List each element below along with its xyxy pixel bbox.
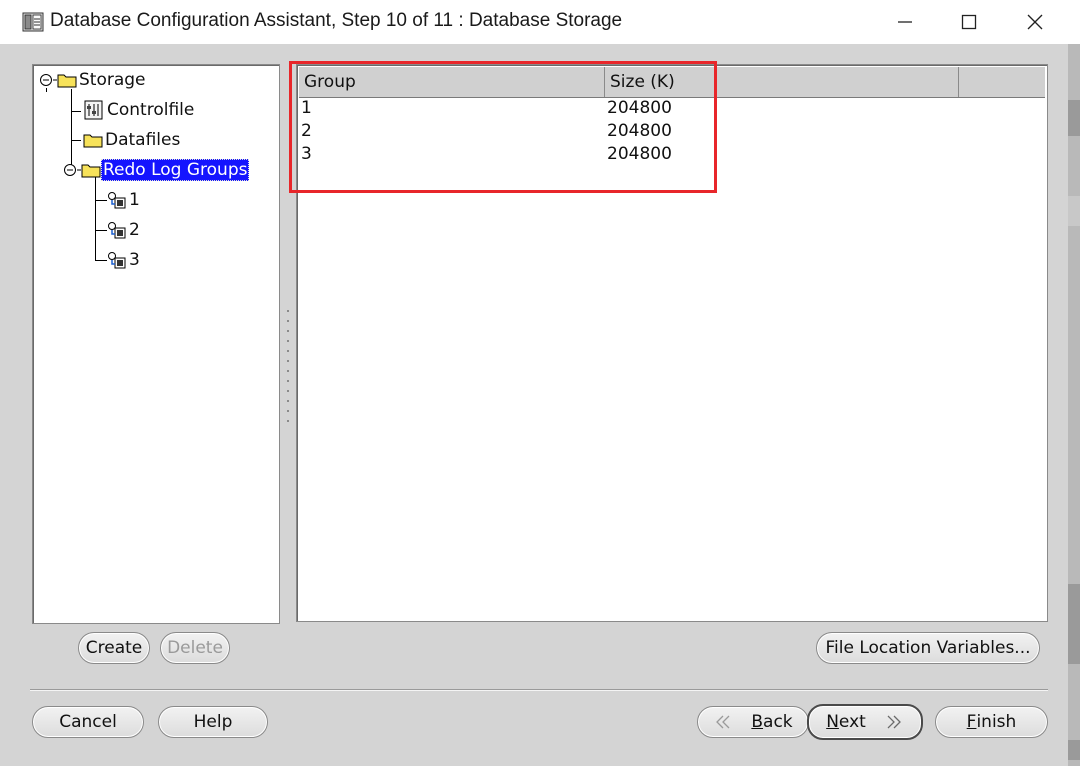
- tree-node-storage[interactable]: Storage: [39, 69, 148, 91]
- background-window-edge: [1068, 44, 1080, 766]
- next-label-mnemonic: N: [826, 712, 839, 732]
- maximize-icon: [961, 14, 977, 30]
- finish-label: inish: [976, 712, 1017, 732]
- collapse-toggle-icon[interactable]: [39, 73, 53, 87]
- cancel-button[interactable]: Cancel: [32, 706, 144, 738]
- panel-splitter[interactable]: [284, 306, 292, 436]
- close-icon: [1027, 14, 1043, 30]
- tree-label-redo-log-groups: Redo Log Groups: [101, 159, 250, 181]
- tree-node-redo-group-3[interactable]: 3: [107, 249, 142, 271]
- redo-log-icon: [108, 222, 126, 239]
- folder-icon: [57, 74, 77, 88]
- folder-icon: [83, 134, 103, 148]
- tree-label-datafiles: Datafiles: [105, 130, 181, 150]
- database-icon: [22, 11, 44, 33]
- tree-label-redo-group: 1: [129, 190, 140, 210]
- tree-node-datafiles[interactable]: Datafiles: [83, 129, 182, 151]
- finish-label-mnemonic: F: [966, 712, 977, 732]
- create-button[interactable]: Create: [78, 632, 150, 664]
- folder-icon: [81, 164, 101, 178]
- tree-node-redo-log-groups[interactable]: Redo Log Groups: [63, 159, 250, 181]
- minimize-icon: [898, 21, 912, 23]
- next-arrow-icon: [887, 715, 901, 729]
- back-button[interactable]: Back: [697, 706, 809, 738]
- minimize-button[interactable]: [872, 0, 938, 44]
- maximize-button[interactable]: [936, 0, 1002, 44]
- back-arrow-icon: [716, 715, 730, 729]
- annotation-highlight-box: [289, 61, 717, 193]
- next-label: ext: [838, 712, 866, 732]
- tree-label-redo-group: 2: [129, 220, 140, 240]
- redo-log-icon: [108, 252, 126, 269]
- next-button[interactable]: Next: [807, 704, 923, 740]
- back-label: ack: [763, 712, 793, 732]
- tree-node-controlfile[interactable]: Controlfile: [83, 99, 196, 121]
- controlfile-icon: [84, 100, 103, 120]
- tree-label-controlfile: Controlfile: [107, 100, 195, 120]
- collapse-toggle-icon[interactable]: [63, 163, 77, 177]
- help-button[interactable]: Help: [158, 706, 268, 738]
- finish-button[interactable]: Finish: [935, 706, 1048, 738]
- tree-node-redo-group-1[interactable]: 1: [107, 189, 142, 211]
- back-label-mnemonic: B: [751, 712, 764, 732]
- close-button[interactable]: [1002, 0, 1068, 44]
- title-bar[interactable]: Database Configuration Assistant, Step 1…: [0, 0, 1080, 44]
- tree-node-redo-group-2[interactable]: 2: [107, 219, 142, 241]
- window-title: Database Configuration Assistant, Step 1…: [50, 10, 623, 31]
- redo-log-icon: [108, 192, 126, 209]
- storage-tree[interactable]: Storage Controlfile Datafiles Redo Log G…: [32, 64, 280, 624]
- tree-label-redo-group: 3: [129, 250, 140, 270]
- file-location-variables-button[interactable]: File Location Variables...: [816, 632, 1040, 664]
- delete-button[interactable]: Delete: [160, 632, 230, 664]
- tree-label-storage: Storage: [79, 70, 146, 90]
- separator: [30, 689, 1048, 691]
